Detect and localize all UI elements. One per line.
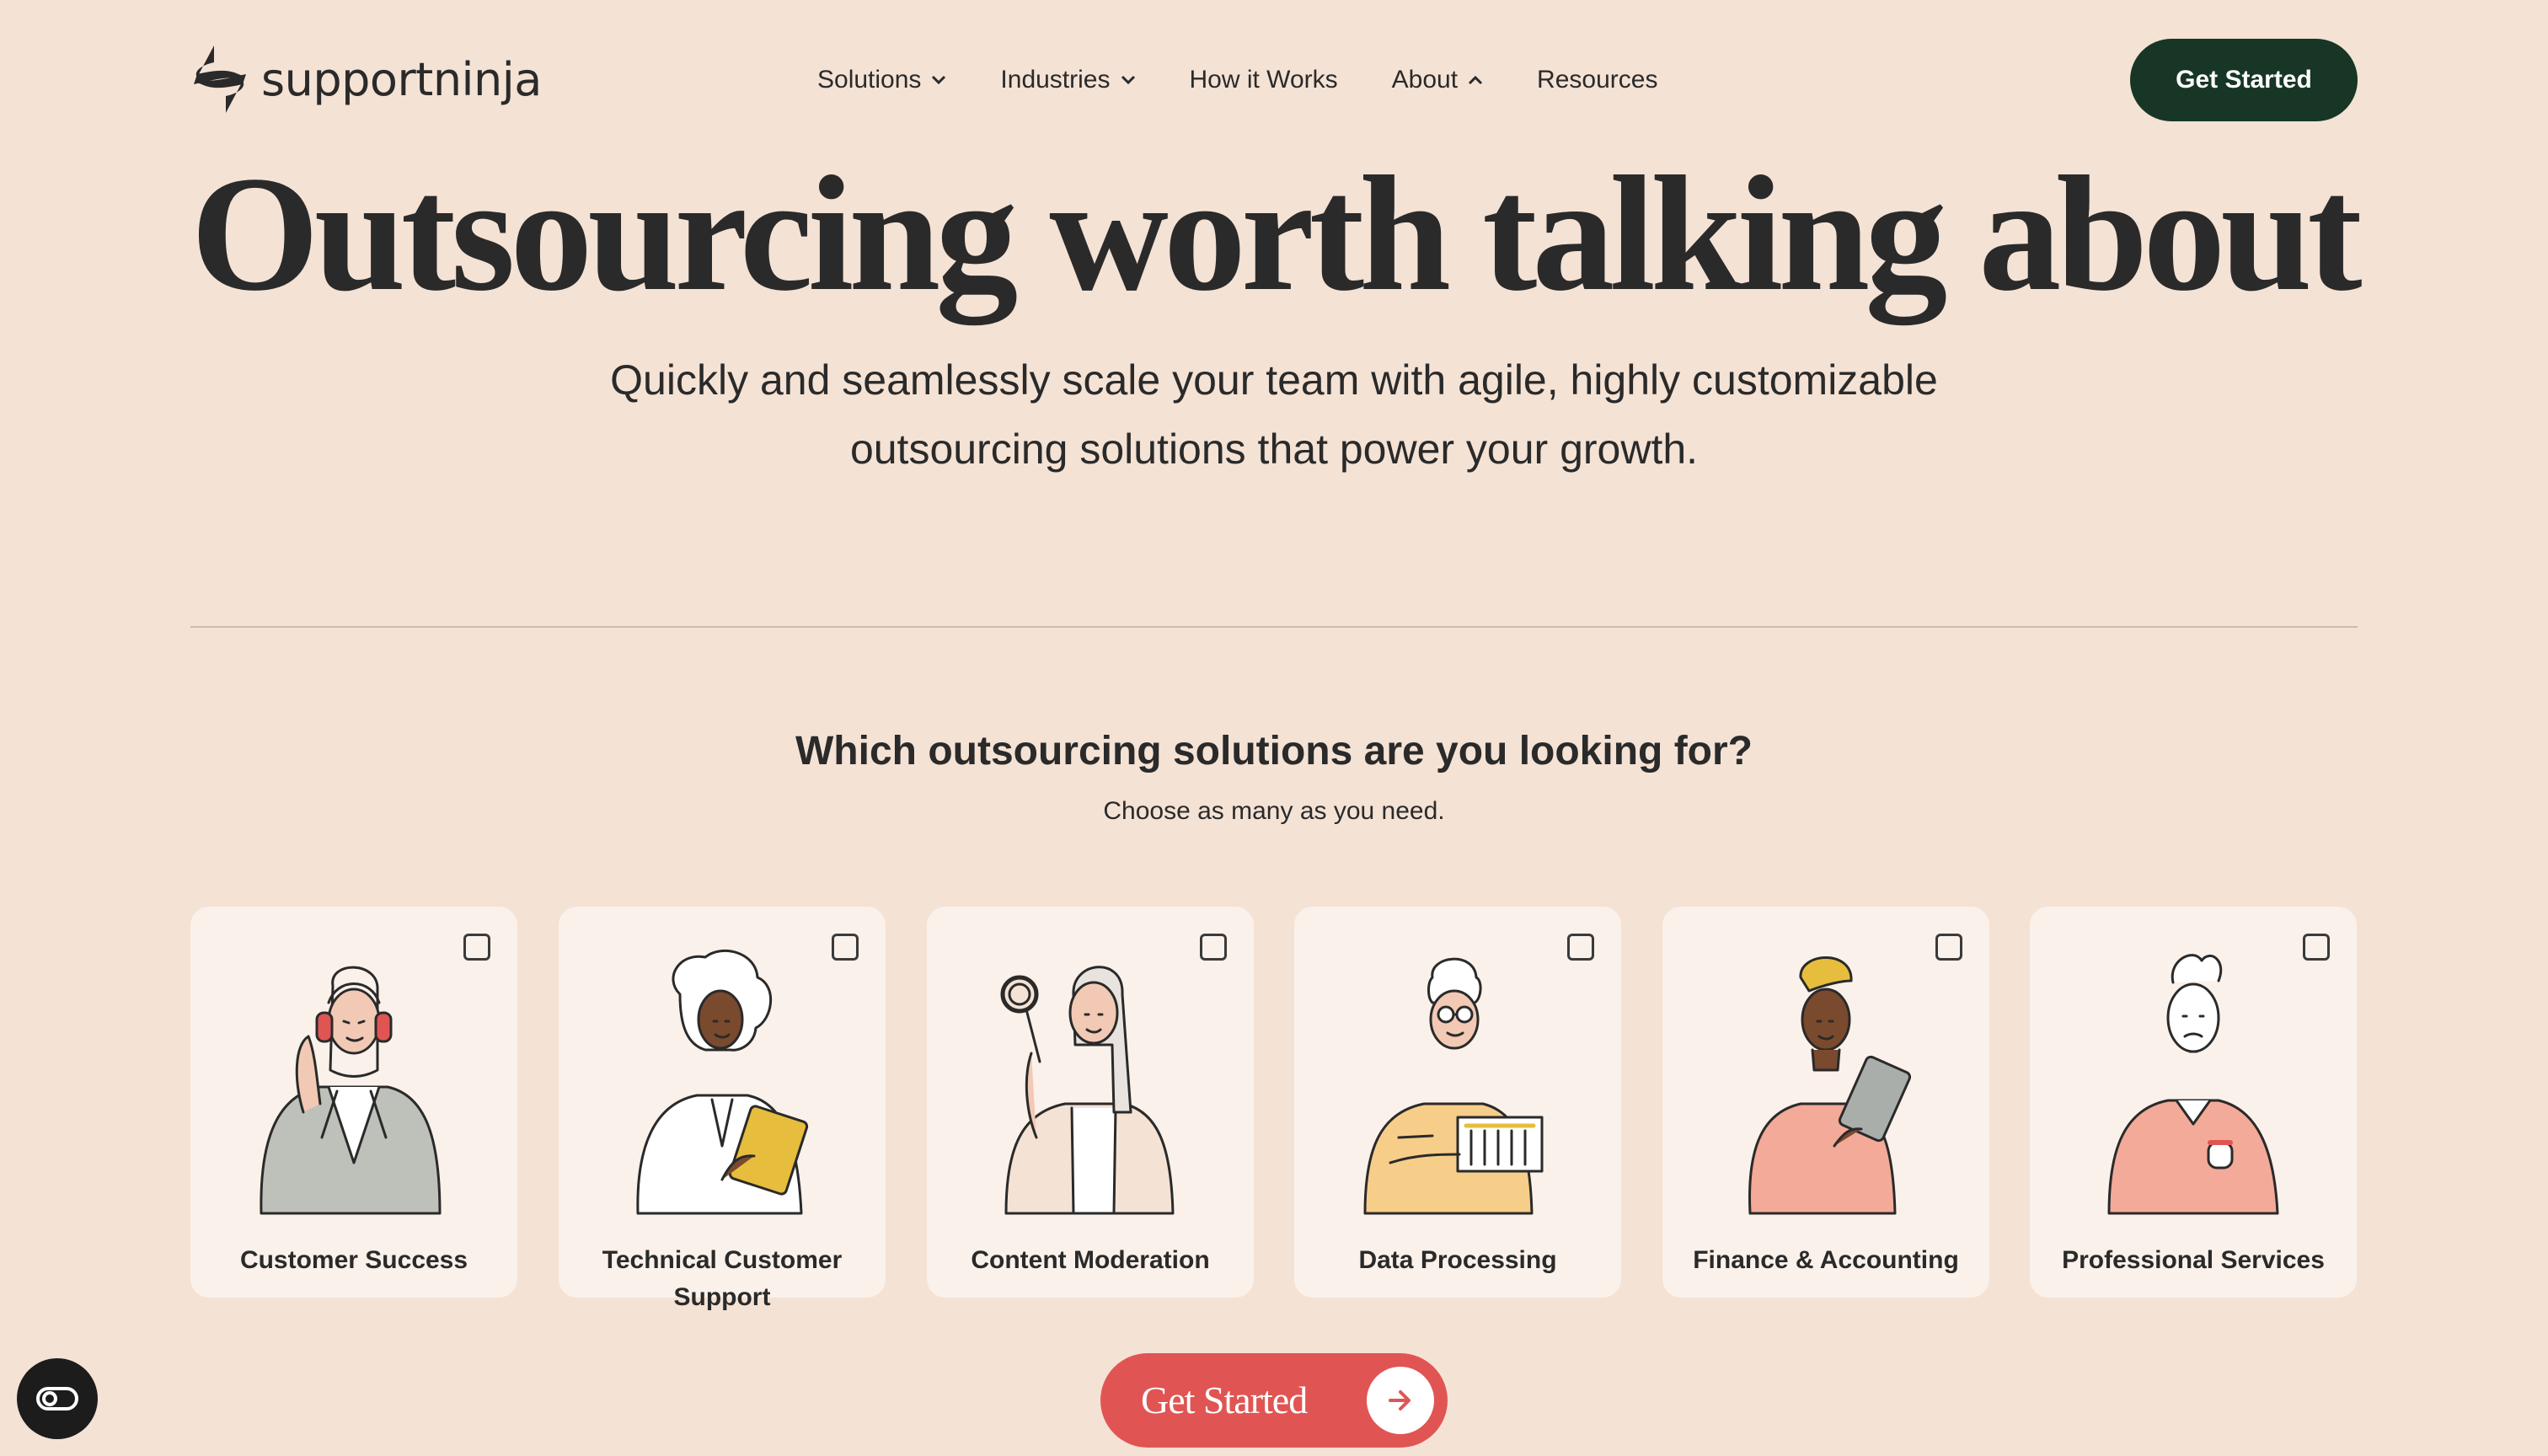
solution-card-professional-services[interactable]: Professional Services bbox=[2030, 907, 2357, 1298]
solution-label: Data Processing bbox=[1358, 1246, 1557, 1274]
header-get-started-button[interactable]: Get Started bbox=[2130, 39, 2358, 121]
nav-how-it-works-label: How it Works bbox=[1189, 66, 1338, 94]
chevron-down-icon bbox=[1121, 75, 1135, 85]
nav-resources-label: Resources bbox=[1537, 66, 1658, 94]
person-chart-icon bbox=[1363, 957, 1544, 1215]
solution-checkbox[interactable] bbox=[832, 934, 859, 961]
nav-industries[interactable]: Industries bbox=[1000, 66, 1135, 94]
solution-card-finance-accounting[interactable]: Finance & Accounting bbox=[1662, 907, 1989, 1298]
solution-label: Professional Services bbox=[2062, 1246, 2325, 1274]
solution-checkbox[interactable] bbox=[2303, 934, 2330, 961]
nav-how-it-works[interactable]: How it Works bbox=[1190, 66, 1338, 94]
logo-mark-icon bbox=[194, 46, 246, 113]
solution-label: Finance & Accounting bbox=[1693, 1246, 1959, 1274]
chevron-down-icon bbox=[932, 75, 946, 85]
accessibility-toggle-icon bbox=[36, 1387, 78, 1410]
solution-card-customer-success[interactable]: Customer Success bbox=[190, 907, 517, 1298]
person-magnifier-icon bbox=[1000, 966, 1175, 1215]
person-headwrap-tablet-icon bbox=[1748, 956, 1912, 1215]
solution-card-technical-customer-support[interactable]: Technical Customer Support bbox=[559, 907, 886, 1311]
solution-label: Content Moderation bbox=[971, 1246, 1210, 1274]
nav-industries-label: Industries bbox=[1000, 66, 1111, 94]
nav-about-label: About bbox=[1391, 66, 1459, 94]
solution-checkbox[interactable] bbox=[1935, 934, 1962, 961]
get-started-button[interactable]: Get Started bbox=[1100, 1353, 1448, 1448]
solutions-question: Which outsourcing solutions are you look… bbox=[795, 729, 1753, 774]
section-divider bbox=[190, 626, 2358, 628]
solutions-hint: Choose as many as you need. bbox=[1103, 797, 1445, 825]
get-started-label: Get Started bbox=[1141, 1378, 1308, 1421]
main-nav: Solutions Industries How it Works About … bbox=[817, 59, 1657, 101]
hero-subtitle: Quickly and seamlessly scale your team w… bbox=[610, 356, 1938, 473]
nav-resources[interactable]: Resources bbox=[1537, 66, 1657, 94]
accessibility-toggle-button[interactable] bbox=[17, 1358, 98, 1439]
solution-checkbox[interactable] bbox=[1200, 934, 1227, 961]
solution-checkbox[interactable] bbox=[463, 934, 490, 961]
hero-title: Outsourcing worth talking about bbox=[190, 142, 2362, 325]
arrow-right-icon bbox=[1367, 1367, 1434, 1434]
nav-solutions[interactable]: Solutions bbox=[817, 66, 946, 94]
person-sweater-icon bbox=[2107, 954, 2279, 1215]
solution-card-content-moderation[interactable]: Content Moderation bbox=[927, 907, 1254, 1298]
chevron-up-icon bbox=[1468, 75, 1483, 85]
nav-solutions-label: Solutions bbox=[817, 66, 922, 94]
solution-label: Customer Success bbox=[239, 1246, 468, 1274]
person-headset-icon bbox=[260, 966, 442, 1215]
person-tablet-icon bbox=[636, 949, 809, 1215]
brand-name: supportninja bbox=[261, 52, 542, 106]
nav-about[interactable]: About bbox=[1392, 66, 1483, 94]
solution-checkbox[interactable] bbox=[1567, 934, 1594, 961]
brand-logo[interactable]: supportninja bbox=[190, 44, 542, 115]
site-header: supportninja Solutions Industries How it… bbox=[0, 0, 2548, 160]
solution-card-data-processing[interactable]: Data Processing bbox=[1294, 907, 1621, 1298]
solution-label: Technical Customer Support bbox=[602, 1246, 843, 1311]
